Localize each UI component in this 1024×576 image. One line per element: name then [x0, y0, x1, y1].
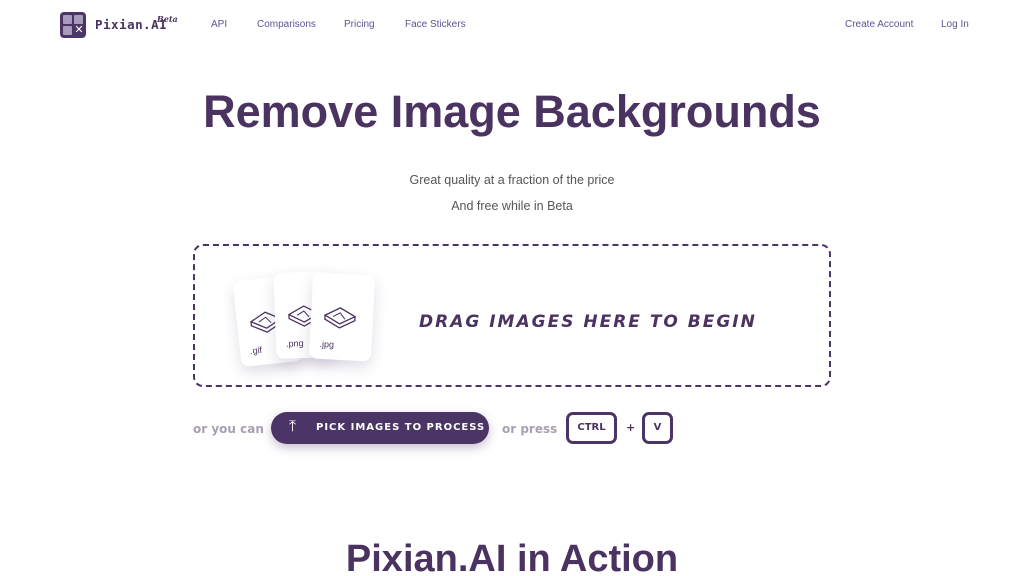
top-nav: ✕ Pixian.AI Beta API Comparisons Pricing… [0, 0, 1024, 50]
file-type-label: .gif [249, 344, 263, 357]
key-v: V [642, 412, 673, 444]
drop-zone[interactable]: .gif .png .jpg DRAG IMAGES HERE TO BEGIN [193, 244, 831, 387]
file-type-label: .jpg [319, 338, 335, 350]
nav-link-api[interactable]: API [211, 19, 227, 30]
create-account-link[interactable]: Create Account [845, 19, 913, 30]
section-title: Pixian.AI in Action [345, 538, 679, 576]
login-link[interactable]: Log In [941, 19, 969, 30]
pick-images-button[interactable]: ⤒ PICK IMAGES TO PROCESS [271, 412, 489, 444]
page-title: Remove Image Backgrounds [203, 86, 821, 137]
pick-images-label: PICK IMAGES TO PROCESS [316, 422, 486, 433]
file-card-jpg: .jpg [308, 272, 376, 362]
plus-sign: + [626, 421, 636, 434]
beta-badge: Beta [157, 14, 178, 24]
logo-square [63, 15, 72, 24]
upload-arrow-icon: ⤒ [289, 418, 297, 435]
logo-icon[interactable]: ✕ [60, 12, 86, 38]
nav-link-comparisons[interactable]: Comparisons [257, 19, 316, 30]
file-type-label: .png [285, 338, 304, 349]
drag-instruction: DRAG IMAGES HERE TO BEGIN [419, 312, 757, 332]
logo-square [63, 26, 72, 35]
or-press-label: or press [502, 422, 558, 436]
subtitle-quality: Great quality at a fraction of the price [409, 173, 615, 187]
image-file-icon [323, 307, 357, 329]
nav-link-pricing[interactable]: Pricing [344, 19, 375, 30]
or-you-can-label: or you can [193, 422, 264, 436]
nav-link-face-stickers[interactable]: Face Stickers [405, 19, 466, 30]
subtitle-free: And free while in Beta [451, 199, 573, 213]
logo-x-mark: ✕ [74, 23, 84, 36]
key-ctrl: CTRL [566, 412, 617, 444]
